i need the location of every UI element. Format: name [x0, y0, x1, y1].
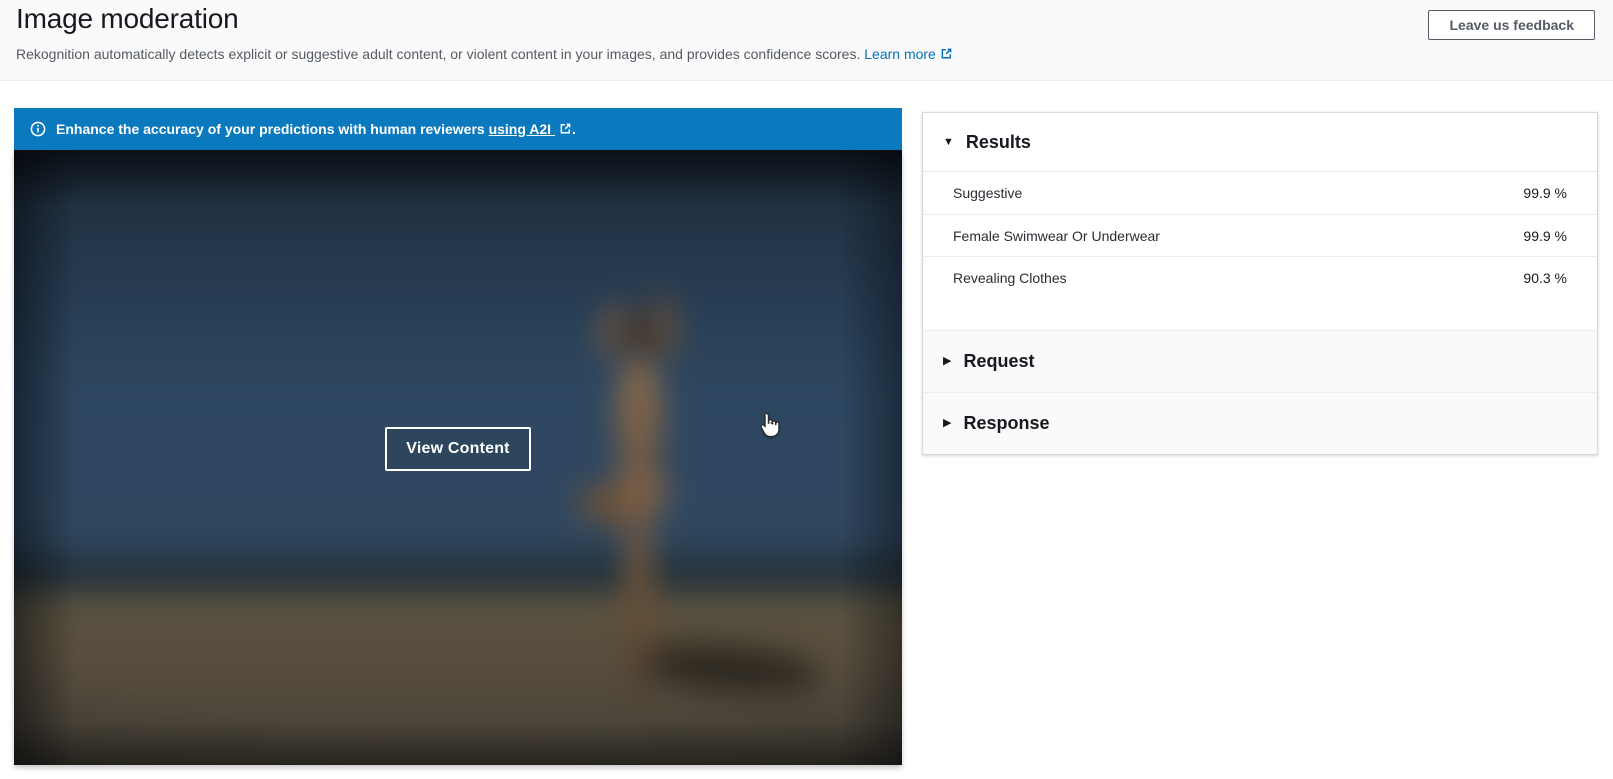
result-confidence: 99.9 % [1523, 227, 1567, 244]
external-link-icon [940, 47, 953, 63]
results-section-header[interactable]: ▼ Results [923, 113, 1597, 172]
result-row: Suggestive 99.9 % [923, 172, 1597, 214]
image-moderation-page: Image moderation Rekognition automatical… [0, 0, 1613, 779]
leave-feedback-button[interactable]: Leave us feedback [1428, 10, 1595, 40]
results-panel: ▼ Results Suggestive 99.9 % Female Swimw… [922, 112, 1598, 455]
result-label: Suggestive [953, 185, 1023, 201]
result-row: Revealing Clothes 90.3 % [923, 256, 1597, 298]
request-section-header[interactable]: ▶ Request [923, 330, 1597, 392]
response-title: Response [963, 413, 1050, 433]
page-header: Image moderation Rekognition automatical… [0, 0, 1613, 81]
caret-right-icon: ▶ [943, 417, 952, 429]
banner-message: Enhance the accuracy of your predictions… [56, 120, 576, 137]
caret-right-icon: ▶ [943, 355, 952, 367]
page-description: Rekognition automatically detects explic… [16, 46, 953, 63]
view-content-button[interactable]: View Content [385, 427, 531, 471]
using-a2i-link[interactable]: using A2I [489, 121, 572, 137]
result-row: Female Swimwear Or Underwear 99.9 % [923, 214, 1597, 256]
learn-more-link[interactable]: Learn more [864, 46, 953, 62]
moderated-image-preview: View Content [14, 150, 902, 765]
response-section-header[interactable]: ▶ Response [923, 392, 1597, 454]
results-title: Results [965, 131, 1031, 152]
results-list: Suggestive 99.9 % Female Swimwear Or Und… [923, 172, 1597, 330]
result-label: Revealing Clothes [953, 269, 1067, 286]
a2i-info-banner: Enhance the accuracy of your predictions… [14, 108, 902, 150]
result-confidence: 90.3 % [1523, 269, 1567, 286]
info-icon [30, 121, 46, 137]
external-link-icon [559, 122, 572, 138]
caret-down-icon: ▼ [943, 135, 954, 148]
result-label: Female Swimwear Or Underwear [953, 227, 1160, 244]
result-confidence: 99.9 % [1523, 185, 1567, 201]
request-title: Request [963, 351, 1035, 371]
page-title: Image moderation [16, 3, 239, 34]
